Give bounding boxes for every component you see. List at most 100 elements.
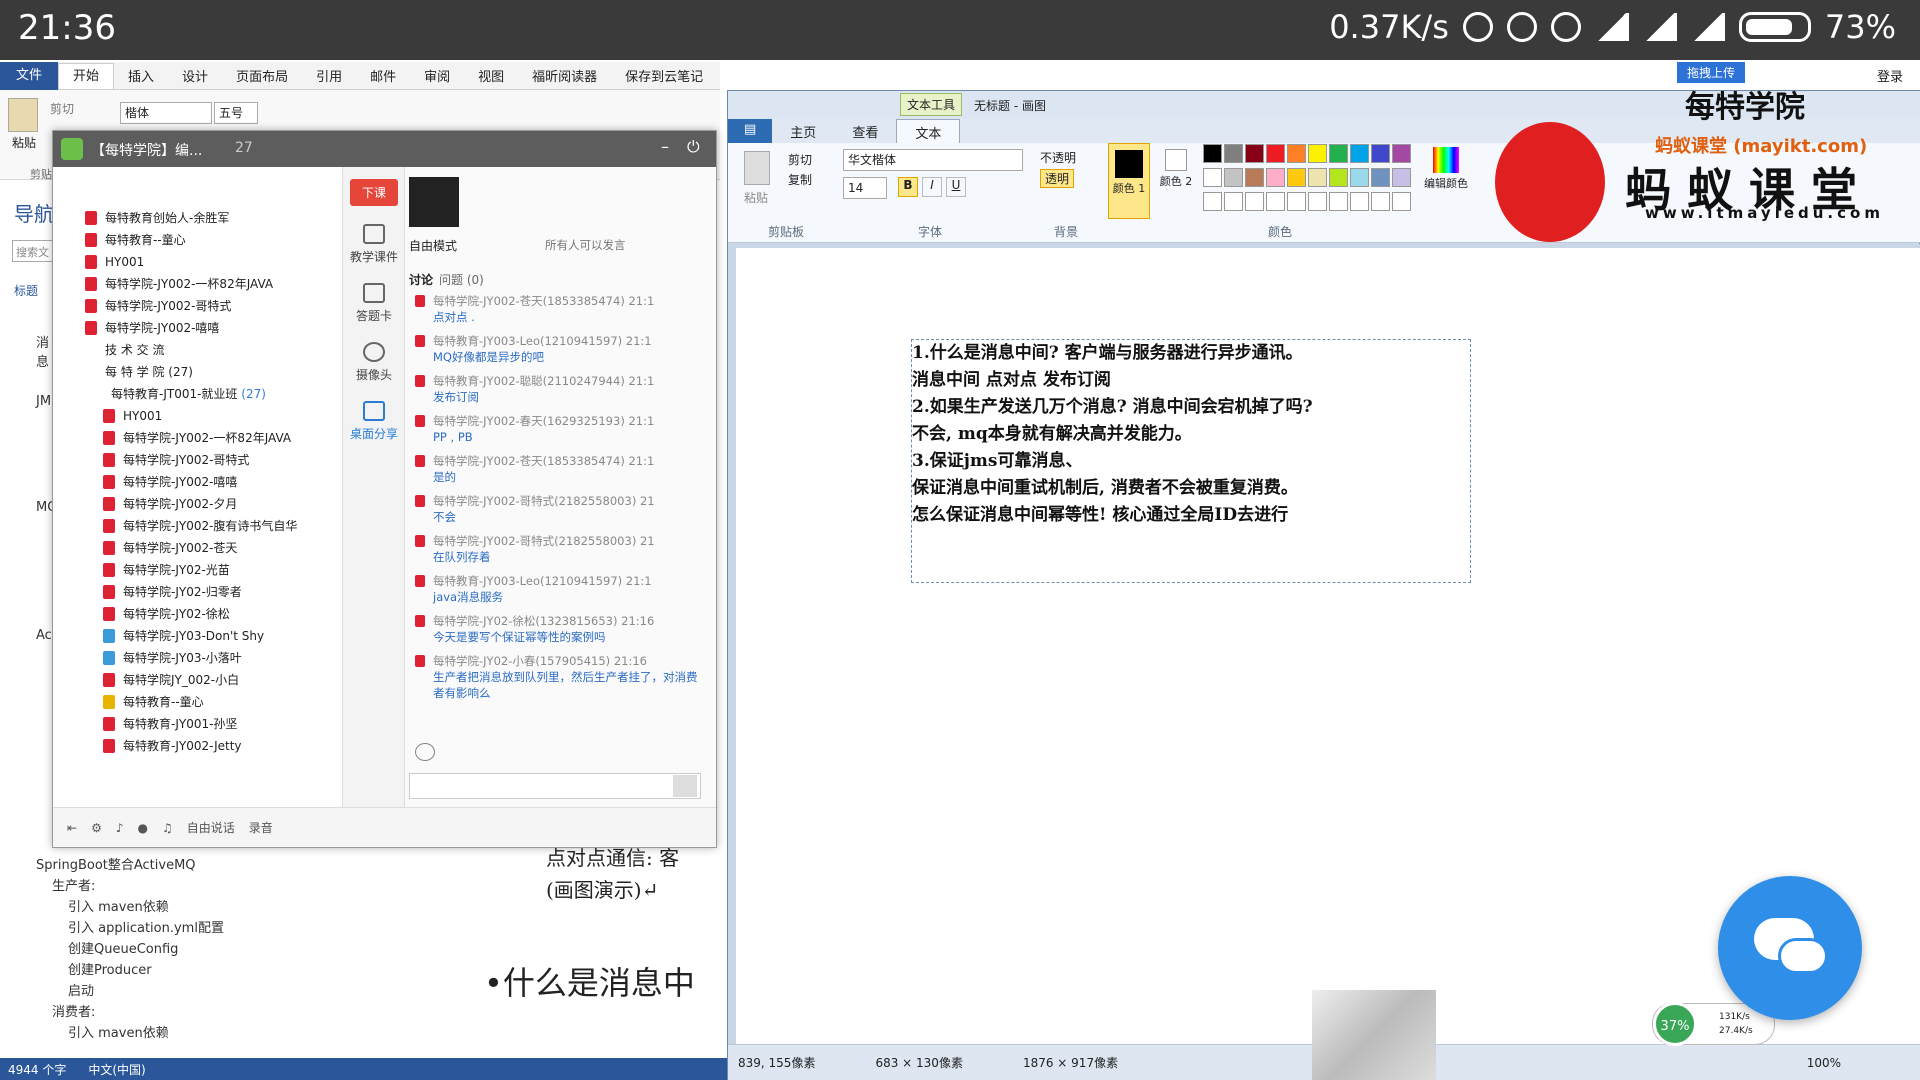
color-swatch[interactable] xyxy=(1371,168,1390,187)
pinned-member[interactable]: 每特学院-JY002-嘻嘻 xyxy=(53,317,342,339)
color-swatch[interactable] xyxy=(1350,168,1369,187)
pinned-member[interactable]: 每特教育--童心 xyxy=(53,229,342,251)
member-row[interactable]: 每特学院-JY002-哥特式 xyxy=(53,449,342,471)
empty-color-swatch[interactable] xyxy=(1308,192,1327,211)
word-count[interactable]: 4944 个字 xyxy=(8,1061,66,1078)
empty-color-swatch[interactable] xyxy=(1329,192,1348,211)
color-swatch[interactable] xyxy=(1224,168,1243,187)
speaker-icon[interactable]: ♪ xyxy=(116,821,124,835)
paste-icon[interactable] xyxy=(8,98,38,132)
tab-home[interactable]: 主页 xyxy=(772,119,834,143)
outline-item[interactable]: 启动 xyxy=(18,981,478,1002)
pinned-member[interactable]: HY001 xyxy=(53,251,342,273)
tab-view[interactable]: 视图 xyxy=(464,66,518,85)
camera-button[interactable]: 摄像头 xyxy=(343,342,405,383)
paste-button[interactable]: 粘贴 xyxy=(744,189,768,206)
member-row[interactable]: 每特学院-JY02-光苗 xyxy=(53,559,342,581)
member-row[interactable]: 每特学院-JY002-腹有诗书气自华 xyxy=(53,515,342,537)
group-row[interactable]: 技 术 交 流 xyxy=(53,339,342,361)
outline-item[interactable]: 创建Producer xyxy=(18,960,478,981)
pinned-member[interactable]: 每特学院-JY002-哥特式 xyxy=(53,295,342,317)
tab-mailings[interactable]: 邮件 xyxy=(356,66,410,85)
color-swatch[interactable] xyxy=(1371,144,1390,163)
outline-item[interactable]: SpringBoot整合ActiveMQ xyxy=(18,855,478,876)
outline-item[interactable]: 创建QueueConfig xyxy=(18,939,478,960)
paste-icon[interactable] xyxy=(744,151,770,185)
empty-color-swatch[interactable] xyxy=(1224,192,1243,211)
tab-view[interactable]: 查看 xyxy=(834,119,896,143)
free-speak-button[interactable]: 自由说话 xyxy=(187,819,235,836)
member-row[interactable]: 每特学院-JY002-夕月 xyxy=(53,493,342,515)
outline-item[interactable]: 引入 maven依赖 xyxy=(18,1023,478,1044)
member-row[interactable]: 每特学院-JY002-嘻嘻 xyxy=(53,471,342,493)
opaque-button[interactable]: 不透明 xyxy=(1040,149,1076,166)
member-row[interactable]: 每特教育-JY001-孙坚 xyxy=(53,713,342,735)
member-row[interactable]: 每特学院-JY002-苍天 xyxy=(53,537,342,559)
color-swatch[interactable] xyxy=(1245,144,1264,163)
color-swatch[interactable] xyxy=(1350,144,1369,163)
courseware-button[interactable]: 教学课件 xyxy=(343,224,405,265)
member-row[interactable]: 每特学院-JY002-一杯82年JAVA xyxy=(53,427,342,449)
member-row[interactable]: 每特学院-JY03-小落叶 xyxy=(53,647,342,669)
paste-button[interactable]: 粘贴 xyxy=(12,134,36,151)
settings-icon[interactable]: ⚙ xyxy=(91,821,102,835)
upload-button[interactable]: 拖拽上传 xyxy=(1677,62,1746,83)
transparent-button[interactable]: 透明 xyxy=(1040,169,1075,188)
member-row[interactable]: 每特学院-JY02-归零者 xyxy=(53,581,342,603)
font-name-select[interactable]: 华文楷体 xyxy=(843,149,1023,171)
speak-mode[interactable]: 自由模式 xyxy=(409,237,457,254)
color-swatch[interactable] xyxy=(1308,144,1327,163)
screen-share-button[interactable]: 桌面分享 xyxy=(343,401,405,442)
empty-color-swatch[interactable] xyxy=(1266,192,1285,211)
group-row[interactable]: 每 特 学 院 (27) xyxy=(53,361,342,383)
answer-card-button[interactable]: 答题卡 xyxy=(343,283,405,324)
outline-item[interactable]: 消费者: xyxy=(18,1002,478,1023)
end-class-button[interactable]: 下课 xyxy=(343,179,405,206)
group-header[interactable]: 每特教育-JT001-就业班 (27) xyxy=(53,383,342,405)
tab-text[interactable]: 文本 xyxy=(896,119,961,143)
outline-item[interactable]: 生产者: xyxy=(18,876,478,897)
tab-layout[interactable]: 页面布局 xyxy=(222,66,302,85)
mic-icon[interactable]: ● xyxy=(138,821,148,835)
underline-button[interactable]: U xyxy=(946,177,966,197)
tab-home[interactable]: 开始 xyxy=(58,62,115,89)
member-row[interactable]: 每特教育--童心 xyxy=(53,691,342,713)
nav-search[interactable]: 搜索文 xyxy=(12,240,56,262)
italic-button[interactable]: I xyxy=(922,177,942,197)
empty-color-swatch[interactable] xyxy=(1245,192,1264,211)
tab-design[interactable]: 设计 xyxy=(168,66,222,85)
paint-menu-button[interactable]: ▤ xyxy=(728,119,773,143)
member-row[interactable]: 每特教育-JY002-Jetty xyxy=(53,735,342,757)
color-swatch[interactable] xyxy=(1266,168,1285,187)
tab-file[interactable]: 文件 xyxy=(0,61,59,90)
language[interactable]: 中文(中国) xyxy=(88,1061,145,1078)
color-swatch[interactable] xyxy=(1392,144,1411,163)
color-swatch[interactable] xyxy=(1287,144,1306,163)
empty-color-swatch[interactable] xyxy=(1371,192,1390,211)
color-swatch[interactable] xyxy=(1308,168,1327,187)
empty-color-swatch[interactable] xyxy=(1350,192,1369,211)
emoji-icon[interactable] xyxy=(415,743,435,761)
member-row[interactable]: 每特学院-JY03-Don't Shy xyxy=(53,625,342,647)
color-swatch[interactable] xyxy=(1203,144,1222,163)
exit-icon[interactable]: ⇤ xyxy=(67,821,77,835)
music-icon[interactable]: ♫ xyxy=(162,821,173,835)
login-link[interactable]: 登录 xyxy=(1877,66,1903,85)
minimize-icon[interactable]: – xyxy=(661,137,669,156)
color-swatch[interactable] xyxy=(1329,144,1348,163)
member-row[interactable]: 每特学院-JY02-徐松 xyxy=(53,603,342,625)
edit-colors-button[interactable]: 编辑颜色 xyxy=(1418,147,1474,191)
zoom-level[interactable]: 100% xyxy=(1807,1056,1841,1070)
color-swatch[interactable] xyxy=(1266,144,1285,163)
chat-fab-button[interactable] xyxy=(1718,876,1862,1020)
record-button[interactable]: 录音 xyxy=(249,819,273,836)
member-row[interactable]: 每特学院JY_002-小白 xyxy=(53,669,342,691)
tab-review[interactable]: 审阅 xyxy=(410,66,464,85)
color-swatch[interactable] xyxy=(1329,168,1348,187)
pinned-member[interactable]: 每特教育创始人-余胜军 xyxy=(53,207,342,229)
memory-percent[interactable]: 37% xyxy=(1653,1002,1697,1046)
color1-button[interactable]: 颜色 1 xyxy=(1108,143,1150,219)
copy-button[interactable]: 复制 xyxy=(788,171,812,188)
chat-input[interactable] xyxy=(409,773,701,799)
nav-tab-headings[interactable]: 标题 xyxy=(14,282,38,299)
